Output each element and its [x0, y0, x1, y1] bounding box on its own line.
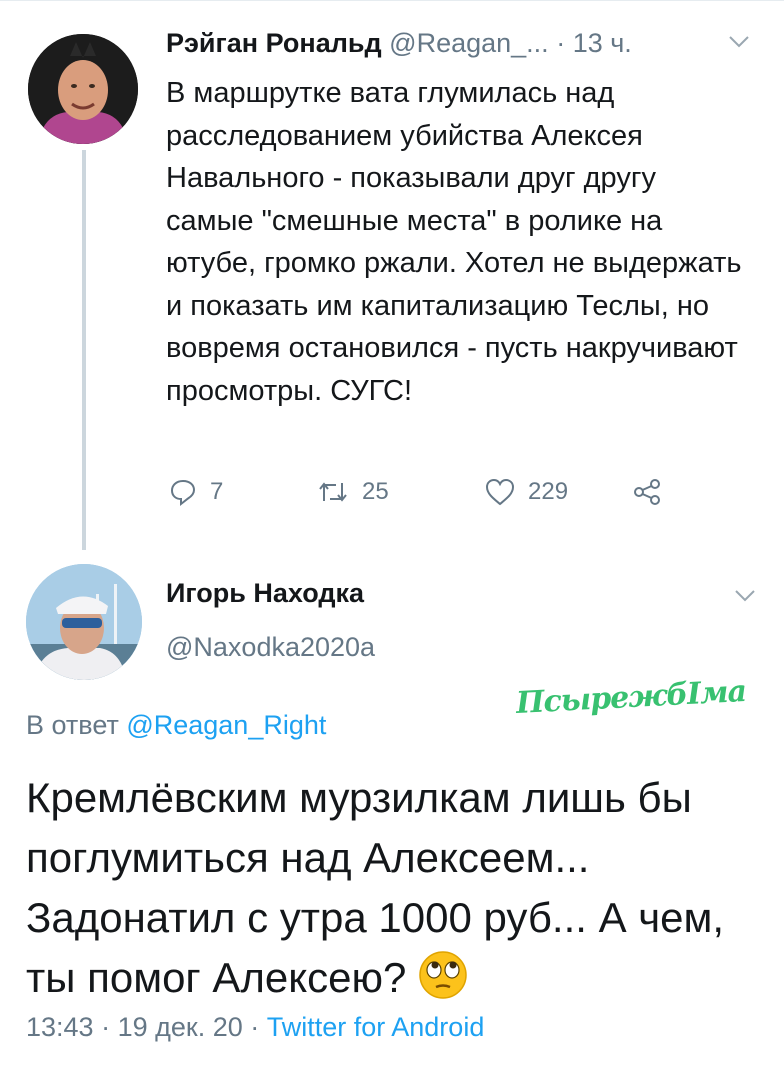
like-button[interactable]: 229: [484, 470, 568, 514]
retweet-count: 25: [362, 478, 389, 505]
thread-line: [82, 150, 86, 550]
meta-separator: ·: [242, 1012, 267, 1042]
reply-prefix: В ответ: [26, 710, 127, 740]
tweet2-author-handle[interactable]: @Naxodka2020a: [166, 632, 375, 663]
retweet-icon: [319, 482, 347, 502]
tweet1-header: Рэйган Рональд @Reagan_... · 13 ч.: [166, 28, 744, 68]
share-button[interactable]: [632, 470, 674, 514]
reply-context: В ответ @Reagan_Right: [26, 710, 326, 741]
avatar[interactable]: [26, 564, 142, 680]
tweet1-actions: 7 25 229: [166, 470, 686, 520]
rolling-eyes-emoji-icon: [419, 951, 467, 999]
tweet1-author-name[interactable]: Рэйган Рональд: [166, 28, 382, 58]
tweet1-author-handle[interactable]: @Reagan_...: [389, 28, 549, 58]
meta-separator: ·: [93, 1012, 118, 1042]
tweet2-meta: 13:43 · 19 дек. 20 · Twitter for Android: [26, 1012, 484, 1043]
chevron-down-icon[interactable]: [734, 586, 756, 609]
tweet1-time[interactable]: 13 ч.: [573, 28, 632, 58]
retweet-button[interactable]: 25: [316, 470, 389, 514]
avatar[interactable]: [28, 34, 138, 144]
like-icon: [485, 478, 515, 506]
tweet2-text-body: Кремлёвским мурзилкам лишь бы поглумитьс…: [26, 774, 725, 1001]
tweet2-author-name[interactable]: Игорь Находка: [166, 578, 364, 609]
reply-icon: [170, 479, 196, 507]
tweet2-time: 13:43: [26, 1012, 94, 1042]
like-count: 229: [528, 478, 569, 505]
top-divider: [0, 0, 784, 1]
reply-to-link[interactable]: @Reagan_Right: [126, 710, 326, 740]
tweet2-date: 19 дек. 20: [117, 1012, 243, 1042]
chevron-down-icon[interactable]: [728, 32, 750, 55]
reply-count: 7: [210, 478, 224, 505]
watermark: ПсырежбIма: [515, 674, 747, 721]
reply-button[interactable]: 7: [168, 470, 223, 514]
tweet2-app-link[interactable]: Twitter for Android: [267, 1012, 485, 1042]
tweet1-separator: ·: [556, 28, 566, 58]
tweet1-text: В маршрутке вата глумилась над расследов…: [166, 77, 742, 407]
share-icon: [634, 479, 660, 505]
tweet2-text: Кремлёвским мурзилкам лишь бы поглумитьс…: [26, 768, 766, 1008]
